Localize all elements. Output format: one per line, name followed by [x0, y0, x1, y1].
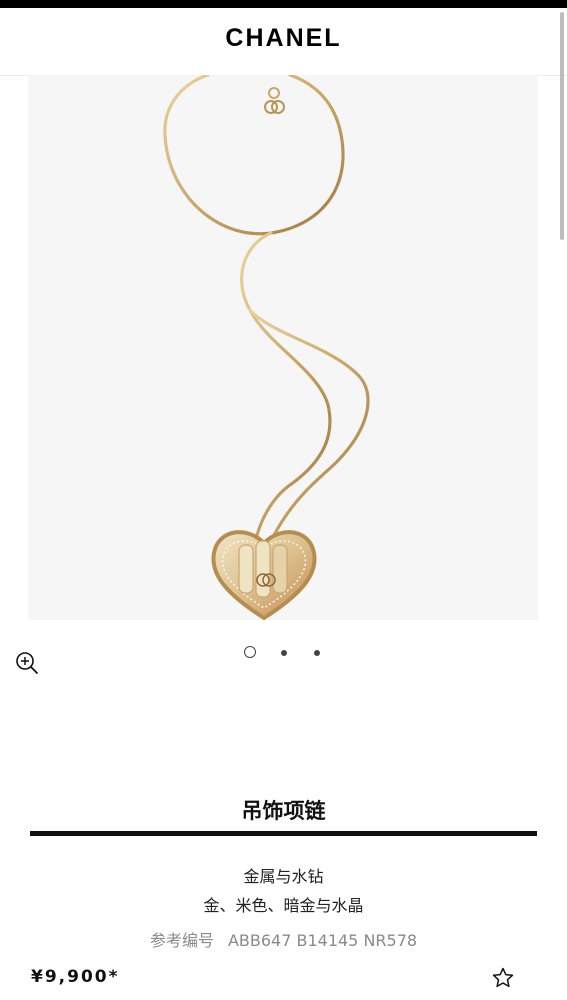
carousel-dot[interactable] [281, 650, 287, 656]
status-bar [0, 0, 567, 8]
heart-pendant [211, 530, 317, 620]
necklace-chain [163, 75, 370, 542]
star-outline-icon[interactable] [491, 966, 515, 990]
product-image[interactable] [28, 75, 538, 620]
product-price: ¥9,900* [31, 967, 120, 987]
carousel-dot[interactable] [314, 650, 320, 656]
title-divider [30, 831, 537, 836]
product-title: 吊饰项链 [241, 799, 326, 823]
brand-logo[interactable]: CHANEL [0, 24, 567, 53]
zoom-in-icon[interactable] [14, 650, 40, 676]
carousel-dot-active[interactable] [244, 646, 256, 658]
reference-label: 参考编号 [149, 931, 214, 950]
scrollbar[interactable] [560, 12, 564, 240]
reference-code: ABB647 B14145 NR578 [227, 931, 418, 950]
necklace-illustration [163, 75, 370, 620]
carousel-indicator [240, 644, 330, 662]
site-header: CHANEL [0, 8, 567, 76]
product-material: 金属与水钻 [243, 867, 324, 886]
chain-clasp [264, 87, 285, 114]
product-color: 金、米色、暗金与水晶 [203, 896, 364, 915]
product-reference: 参考编号 ABB647 B14145 NR578 [0, 927, 567, 951]
